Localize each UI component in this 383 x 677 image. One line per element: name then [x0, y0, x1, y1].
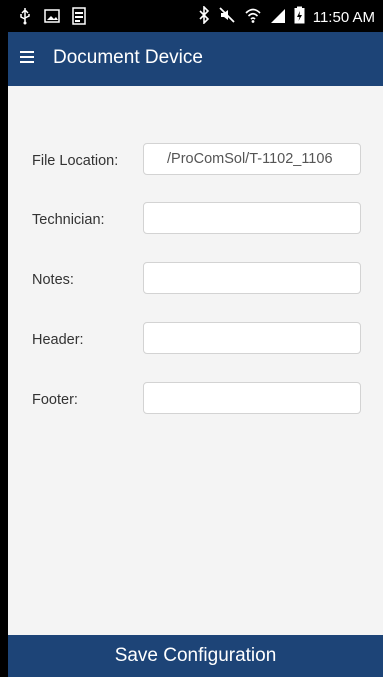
bluetooth-icon: [198, 5, 210, 29]
notes-label: Notes:: [32, 272, 74, 288]
file-location-label: File Location:: [32, 153, 119, 169]
image-icon: [44, 8, 60, 29]
file-location-field[interactable]: /ProComSol/T-1102_1106: [143, 143, 361, 175]
wifi-icon: [244, 6, 262, 29]
footer-label: Footer:: [32, 392, 78, 408]
menu-icon[interactable]: [20, 50, 34, 63]
notes-row: Notes:: [8, 262, 383, 296]
status-right-icons: 11:50 AM: [198, 5, 375, 29]
technician-field[interactable]: [143, 202, 361, 234]
battery-charging-icon: [294, 6, 305, 29]
document-icon: [72, 7, 86, 30]
footer-row: Footer:: [8, 382, 383, 416]
status-time: 11:50 AM: [312, 8, 375, 26]
footer-field[interactable]: [143, 382, 361, 414]
header-row: Header:: [8, 322, 383, 356]
app-bar: Document Device: [8, 32, 383, 86]
mute-icon: [218, 6, 236, 29]
device-bezel: [0, 0, 8, 677]
form-content: File Location: /ProComSol/T-1102_1106 Te…: [8, 86, 383, 635]
status-bar: 11:50 AM: [8, 0, 383, 32]
header-field[interactable]: [143, 322, 361, 354]
status-left-icons: [18, 7, 86, 30]
save-configuration-button[interactable]: Save Configuration: [8, 635, 383, 677]
phone-screen: 11:50 AM Document Device File Location: …: [0, 0, 383, 677]
header-label: Header:: [32, 332, 84, 348]
usb-icon: [18, 7, 32, 30]
notes-field[interactable]: [143, 262, 361, 294]
technician-row: Technician:: [8, 202, 383, 236]
signal-icon: [270, 6, 286, 29]
page-title: Document Device: [53, 47, 203, 68]
technician-label: Technician:: [32, 212, 105, 228]
file-location-row: File Location: /ProComSol/T-1102_1106: [8, 143, 383, 177]
